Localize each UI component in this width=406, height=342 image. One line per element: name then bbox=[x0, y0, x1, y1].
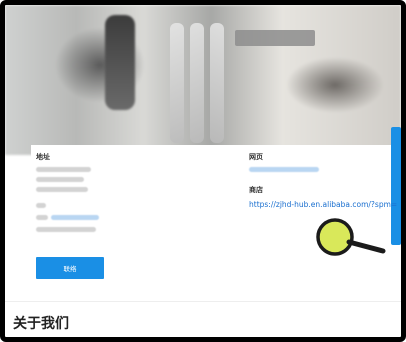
section-divider bbox=[5, 301, 401, 302]
address-line bbox=[36, 177, 84, 182]
screen-frame: 地址 网页 商店 https://zjhd-hub.en.alibaba.com… bbox=[0, 0, 406, 342]
address-line bbox=[36, 187, 88, 192]
address-line bbox=[36, 167, 91, 172]
homepage-label: 网页 bbox=[249, 153, 263, 161]
store-link[interactable]: https://zjhd-hub.en.alibaba.com/?spm= bbox=[249, 200, 397, 209]
about-us-heading: 关于我们 bbox=[13, 316, 69, 332]
address-line bbox=[36, 227, 96, 232]
store-label: 商店 bbox=[249, 186, 263, 194]
contact-button[interactable]: 联络 bbox=[36, 257, 104, 279]
address-label: 地址 bbox=[36, 153, 50, 161]
hero-decor-bar bbox=[190, 23, 204, 143]
hero-object bbox=[105, 15, 135, 110]
hero-decor-bar bbox=[210, 23, 224, 143]
address-link-line bbox=[51, 215, 99, 220]
address-line bbox=[36, 215, 48, 220]
homepage-link[interactable] bbox=[249, 167, 319, 172]
address-line bbox=[36, 203, 46, 208]
hero-decor-bar bbox=[170, 23, 184, 143]
hero-tag bbox=[235, 30, 315, 46]
magnifying-glass-icon bbox=[316, 218, 386, 256]
